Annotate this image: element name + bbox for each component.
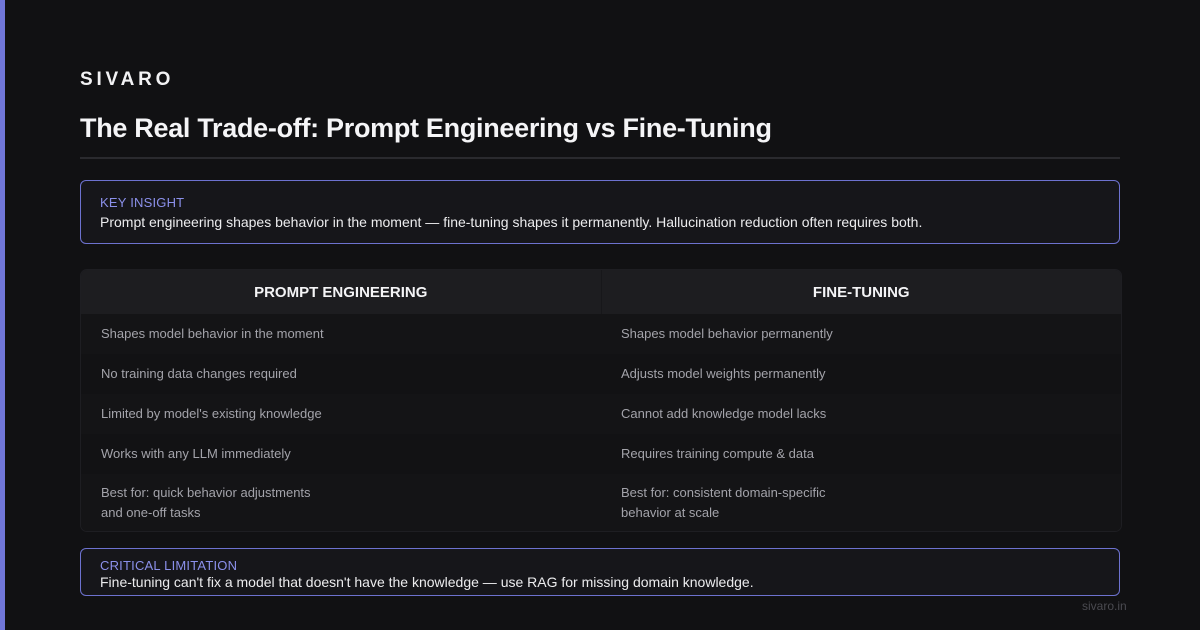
- prompt-engineering-cell: Shapes model behavior in the moment: [101, 326, 324, 341]
- table-header: PROMPT ENGINEERING FINE-TUNING: [81, 270, 1121, 314]
- prompt-engineering-cell: Best for: quick behavior adjustments and…: [101, 484, 311, 520]
- critical-limitation-callout: CRITICAL LIMITATION Fine-tuning can't fi…: [80, 548, 1120, 596]
- page-title: The Real Trade-off: Prompt Engineering v…: [80, 113, 772, 143]
- table-row: Works with any LLM immediately Requires …: [81, 434, 1121, 474]
- fine-tuning-cell: Best for: consistent domain-specific beh…: [621, 484, 826, 520]
- fine-tuning-cell: Cannot add knowledge model lacks: [621, 406, 827, 421]
- fine-tuning-cell: Shapes model behavior permanently: [621, 326, 833, 341]
- table-row: Best for: quick behavior adjustments and…: [81, 474, 1121, 531]
- key-insight-callout: KEY INSIGHT Prompt engineering shapes be…: [80, 180, 1120, 244]
- table-row: Limited by model's existing knowledge Ca…: [81, 394, 1121, 434]
- key-insight-text: Prompt engineering shapes behavior in th…: [100, 214, 923, 230]
- critical-limitation-label: CRITICAL LIMITATION: [100, 558, 238, 573]
- critical-limitation-text: Fine-tuning can't fix a model that doesn…: [100, 574, 754, 590]
- fine-tuning-cell: Requires training compute & data: [621, 446, 814, 461]
- footer-url: sivaro.in: [1082, 599, 1127, 613]
- brand-logo: SIVARO: [80, 69, 175, 90]
- prompt-engineering-cell: Limited by model's existing knowledge: [101, 406, 322, 421]
- accent-bar: [0, 0, 5, 630]
- prompt-engineering-cell: Works with any LLM immediately: [101, 446, 291, 461]
- fine-tuning-cell: Adjusts model weights permanently: [621, 366, 826, 381]
- header-prompt-engineering: PROMPT ENGINEERING: [254, 283, 428, 301]
- title-divider: [80, 157, 1120, 159]
- prompt-engineering-cell: No training data changes required: [101, 366, 297, 381]
- key-insight-label: KEY INSIGHT: [100, 195, 185, 210]
- table-row: No training data changes required Adjust…: [81, 354, 1121, 394]
- table-row: Shapes model behavior in the moment Shap…: [81, 314, 1121, 354]
- comparison-table: PROMPT ENGINEERING FINE-TUNING Shapes mo…: [80, 269, 1122, 532]
- table-body: Shapes model behavior in the moment Shap…: [81, 314, 1121, 531]
- header-fine-tuning: FINE-TUNING: [600, 270, 1122, 314]
